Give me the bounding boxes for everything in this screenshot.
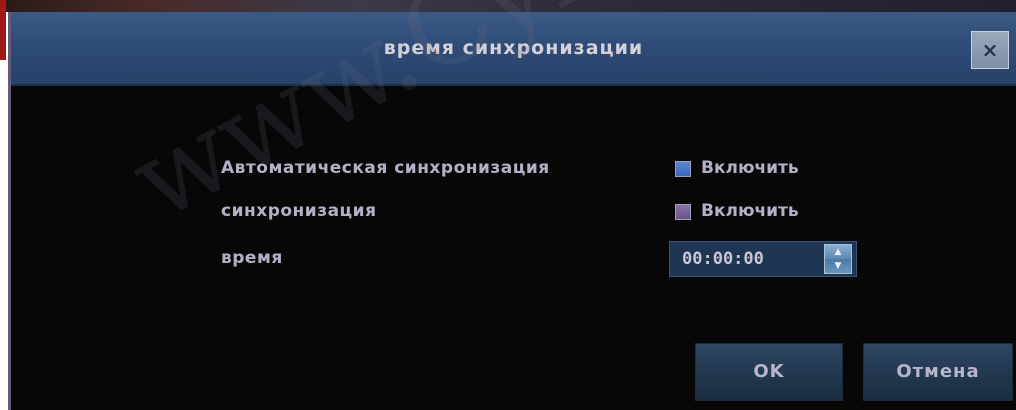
time-spinner[interactable]: ▲ ▼: [824, 244, 852, 274]
ok-button[interactable]: OK: [695, 343, 843, 401]
chevron-down-icon[interactable]: ▼: [825, 259, 851, 273]
sync-checkbox[interactable]: [675, 204, 691, 220]
time-value[interactable]: 00:00:00: [682, 242, 764, 276]
close-button[interactable]: ×: [971, 31, 1009, 69]
background-red-edge: [0, 0, 6, 60]
cancel-button[interactable]: Отмена: [863, 343, 1013, 401]
auto-sync-enable-label[interactable]: Включить: [701, 158, 799, 178]
time-label: время: [221, 248, 283, 268]
screen: время синхронизации × www.Cyron.ru Автом…: [0, 0, 1016, 410]
chevron-up-icon[interactable]: ▲: [825, 245, 851, 259]
sync-label: синхронизация: [221, 201, 377, 221]
auto-sync-checkbox[interactable]: [675, 161, 691, 177]
close-icon: ×: [981, 38, 999, 62]
time-sync-dialog: время синхронизации × www.Cyron.ru Автом…: [8, 0, 1016, 410]
dialog-titlebar: время синхронизации ×: [11, 12, 1016, 86]
dialog-title: время синхронизации: [383, 37, 644, 59]
background-window-strip: [0, 0, 1016, 60]
auto-sync-label: Автоматическая синхронизация: [221, 158, 550, 178]
sync-enable-label[interactable]: Включить: [701, 201, 799, 221]
time-input[interactable]: 00:00:00 ▲ ▼: [669, 241, 857, 277]
